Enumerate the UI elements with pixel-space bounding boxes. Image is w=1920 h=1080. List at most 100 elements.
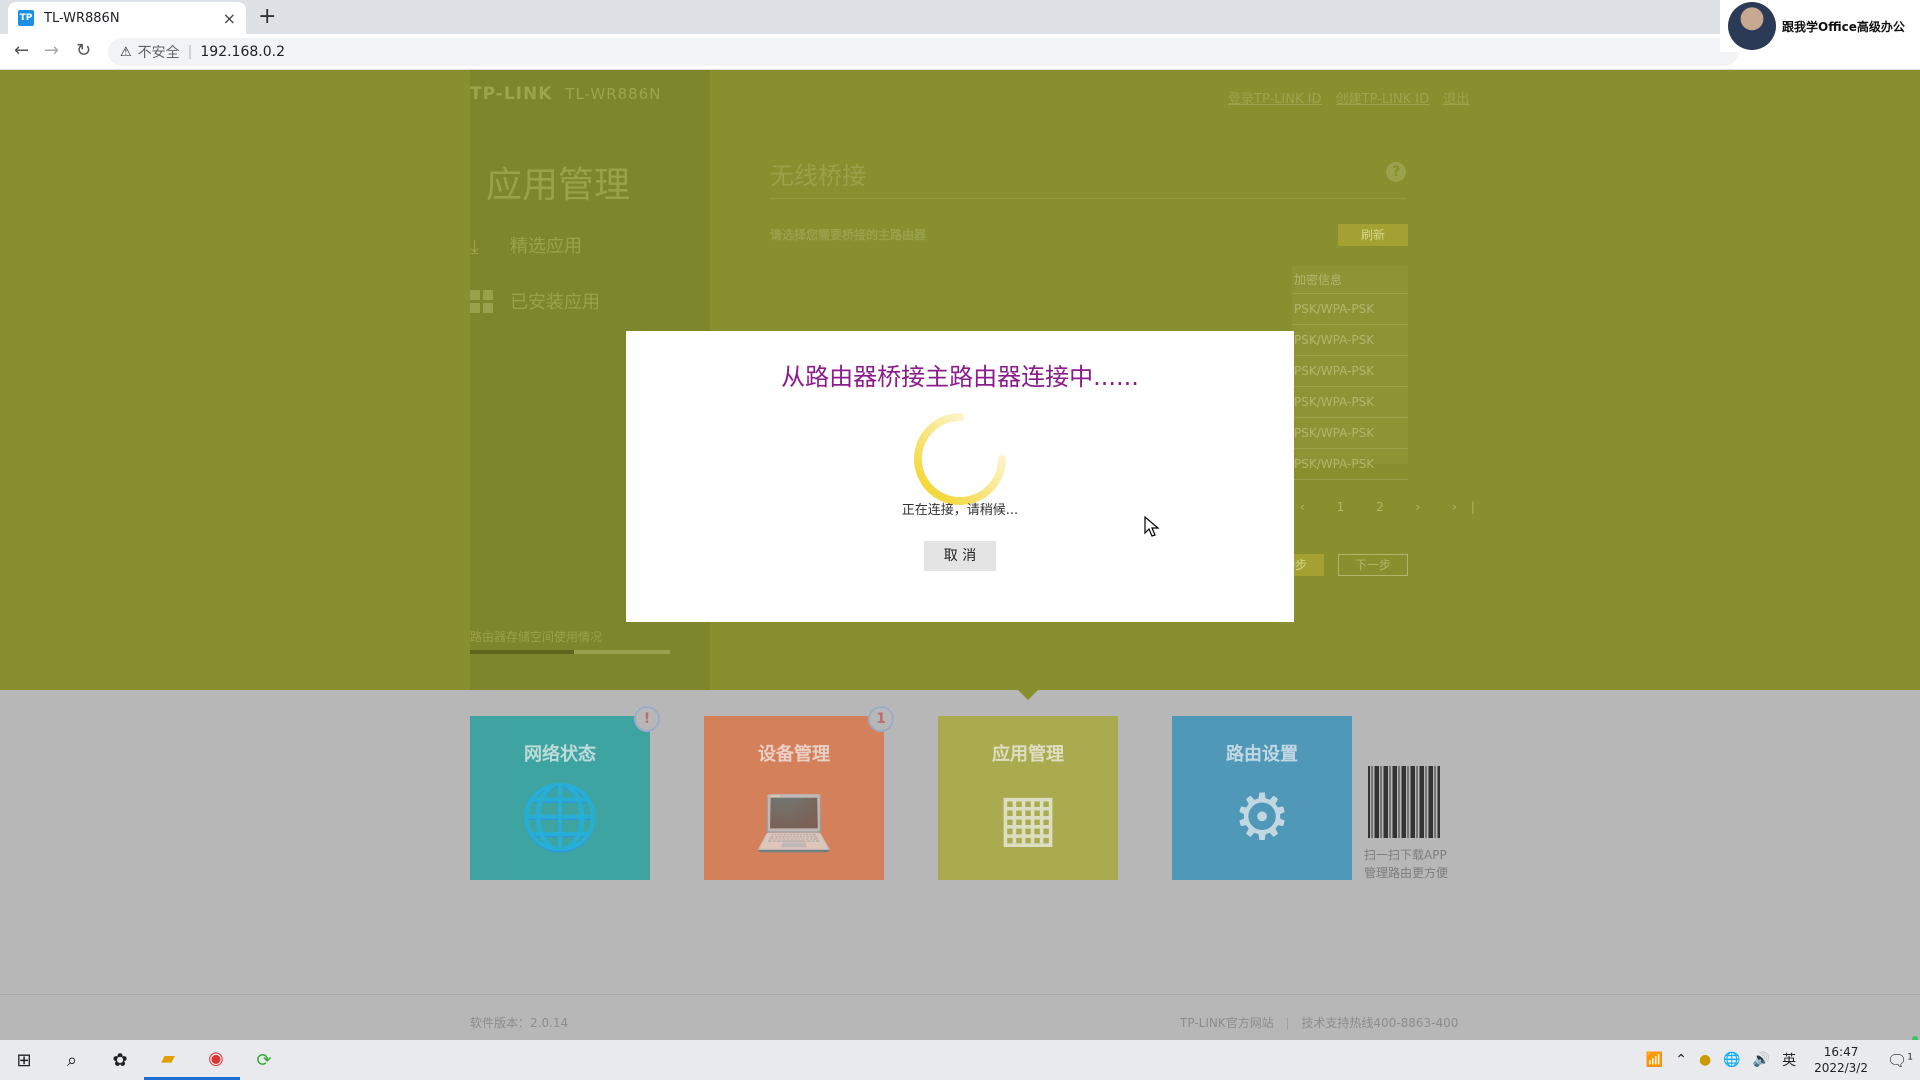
network-icon[interactable]: 🌐 bbox=[1723, 1052, 1740, 1068]
ime-indicator[interactable]: 英 bbox=[1782, 1050, 1796, 1070]
support-hotline: 技术支持热线400-8863-400 bbox=[1301, 1016, 1458, 1030]
system-tray: 📶 ⌃ ● 🌐 🔊 英 16:47 2022/3/2 🗨1 bbox=[1640, 1040, 1920, 1080]
model-name: TL-WR886N bbox=[565, 85, 661, 103]
user-overlay: 跟我学Office高级办公 bbox=[1720, 0, 1920, 52]
login-link[interactable]: 登录TP-LINK ID bbox=[1228, 92, 1322, 107]
tile-router-settings[interactable]: 路由设置 ⚙ bbox=[1172, 716, 1352, 880]
clock[interactable]: 16:47 2022/3/2 bbox=[1814, 1044, 1868, 1076]
laptop-icon: 💻 bbox=[704, 778, 884, 858]
apps-icon: ▦ bbox=[938, 778, 1118, 858]
qr-caption-line: 管理路由更方便 bbox=[1364, 864, 1448, 882]
sidebar-item-featured-apps[interactable]: ⤓ 精选应用 bbox=[470, 232, 582, 258]
create-id-link[interactable]: 创建TP-LINK ID bbox=[1336, 92, 1430, 107]
new-tab-button[interactable]: + bbox=[258, 4, 276, 30]
url-text: 192.168.0.2 bbox=[200, 44, 285, 60]
footer-links: TP-LINK官方网站 | 技术支持热线400-8863-400 bbox=[1180, 1014, 1458, 1031]
instruction-text: 请选择您需要桥接的主路由器 bbox=[770, 226, 926, 243]
avatar bbox=[1728, 2, 1776, 50]
tile-network-status[interactable]: 网络状态 🌐 ! bbox=[470, 716, 650, 880]
back-icon[interactable]: ← bbox=[14, 40, 29, 61]
browser-toolbar: ← → ↻ ⚠ 不安全 | 192.168.0.2 bbox=[0, 34, 1920, 70]
dialog-title: 从路由器桥接主路由器连接中...... bbox=[626, 357, 1294, 392]
tile-label: 网络状态 bbox=[470, 740, 650, 766]
footer-divider bbox=[0, 994, 1920, 995]
cancel-button[interactable]: 取 消 bbox=[924, 541, 996, 571]
page-title: 无线桥接 bbox=[770, 156, 866, 191]
connecting-dialog: 从路由器桥接主路由器连接中...... 正在连接，请稍候... 取 消 bbox=[626, 331, 1294, 622]
qr-caption: 扫一扫下载APP 管理路由更方便 bbox=[1364, 846, 1448, 882]
active-tile-pointer bbox=[1018, 690, 1038, 700]
browser-tab[interactable]: TP TL-WR886N × bbox=[8, 2, 246, 34]
refresh-app-icon[interactable]: ⟳ bbox=[240, 1040, 288, 1080]
brand-name: TP-LINK bbox=[470, 84, 552, 104]
browser-tabbar: TP TL-WR886N × + bbox=[0, 0, 1920, 34]
qr-caption-line: 扫一扫下载APP bbox=[1364, 846, 1448, 864]
sidebar-item-label: 已安装应用 bbox=[510, 288, 600, 314]
list-item[interactable]: PSK/WPA-PSK bbox=[1292, 387, 1408, 418]
search-icon[interactable]: ⌕ bbox=[48, 1040, 96, 1080]
wifi-icon[interactable]: 📶 bbox=[1646, 1052, 1663, 1068]
insecure-label: 不安全 bbox=[138, 42, 180, 62]
tile-device-management[interactable]: 设备管理 💻 1 bbox=[704, 716, 884, 880]
storage-fill bbox=[470, 650, 574, 654]
warning-icon: ⚠ bbox=[120, 45, 132, 60]
next-step-button[interactable]: 下一步 bbox=[1338, 554, 1408, 576]
windows-start-icon[interactable]: ⊞ bbox=[0, 1040, 48, 1080]
clock-time: 16:47 bbox=[1814, 1044, 1868, 1060]
storage-bar bbox=[470, 650, 670, 654]
list-item[interactable]: PSK/WPA-PSK bbox=[1292, 356, 1408, 387]
official-site-link[interactable]: TP-LINK官方网站 bbox=[1180, 1016, 1274, 1030]
app-icon[interactable]: ✿ bbox=[96, 1040, 144, 1080]
footer-separator: | bbox=[1286, 1016, 1290, 1030]
mouse-cursor-icon bbox=[1144, 516, 1160, 538]
brand-logo: TP-LINK TL-WR886N bbox=[470, 84, 661, 104]
antivirus-icon[interactable]: ● bbox=[1699, 1052, 1711, 1068]
file-explorer-icon[interactable]: ▰ bbox=[144, 1040, 192, 1080]
tab-close-icon[interactable]: × bbox=[223, 9, 236, 28]
alert-badge: ! bbox=[634, 706, 660, 732]
taskbar: ⊞ ⌕ ✿ ▰ ◉ ⟳ 📶 ⌃ ● 🌐 🔊 英 16:47 2022/3/2 🗨… bbox=[0, 1040, 1920, 1080]
tile-label: 设备管理 bbox=[704, 740, 884, 766]
logout-link[interactable]: 退出 bbox=[1443, 92, 1469, 107]
dialog-message: 正在连接，请稍候... bbox=[626, 499, 1294, 518]
tile-app-management[interactable]: 应用管理 ▦ bbox=[938, 716, 1118, 880]
reload-icon[interactable]: ↻ bbox=[76, 40, 91, 61]
gear-icon: ⚙ bbox=[1172, 778, 1352, 858]
refresh-button[interactable]: 刷新 bbox=[1338, 224, 1408, 246]
title-divider bbox=[770, 198, 1406, 199]
router-page: TP-LINK TL-WR886N 登录TP-LINK ID 创建TP-LINK… bbox=[0, 70, 1920, 1040]
chevron-up-icon[interactable]: ⌃ bbox=[1675, 1052, 1687, 1068]
volume-icon[interactable]: 🔊 bbox=[1753, 1052, 1770, 1068]
forward-icon[interactable]: → bbox=[44, 40, 59, 61]
download-icon: ⤓ bbox=[470, 234, 492, 256]
tile-label: 路由设置 bbox=[1172, 740, 1352, 766]
help-icon[interactable]: ? bbox=[1386, 162, 1406, 182]
software-version: 软件版本：2.0.14 bbox=[470, 1014, 568, 1031]
list-item[interactable]: PSK/WPA-PSK bbox=[1292, 418, 1408, 449]
notification-count: 1 bbox=[1907, 1052, 1913, 1062]
clock-date: 2022/3/2 bbox=[1814, 1060, 1868, 1076]
tab-title: TL-WR886N bbox=[44, 11, 223, 26]
address-bar[interactable]: ⚠ 不安全 | 192.168.0.2 bbox=[108, 38, 1738, 66]
router-list: 加密信息 PSK/WPA-PSK PSK/WPA-PSK PSK/WPA-PSK… bbox=[1292, 266, 1408, 464]
address-separator: | bbox=[188, 44, 193, 60]
top-links: 登录TP-LINK ID 创建TP-LINK ID 退出 bbox=[1228, 88, 1479, 107]
sidebar-item-installed-apps[interactable]: 已安装应用 bbox=[470, 288, 600, 314]
list-item[interactable]: PSK/WPA-PSK bbox=[1292, 294, 1408, 325]
loading-spinner-icon bbox=[910, 409, 1010, 509]
qr-code bbox=[1368, 766, 1440, 838]
count-badge: 1 bbox=[868, 706, 894, 732]
chrome-icon[interactable]: ◉ bbox=[192, 1040, 240, 1080]
pagination[interactable]: ‹ 1 2 › ›| bbox=[1300, 500, 1489, 514]
sidebar-title: 应用管理 bbox=[486, 156, 630, 208]
user-name: 跟我学Office高级办公 bbox=[1782, 18, 1905, 35]
sidebar-item-label: 精选应用 bbox=[510, 232, 582, 258]
list-item[interactable]: PSK/WPA-PSK bbox=[1292, 449, 1408, 480]
notification-icon[interactable]: 🗨1 bbox=[1880, 1051, 1920, 1070]
tp-link-favicon-icon: TP bbox=[18, 10, 34, 26]
storage-label: 路由器存储空间使用情况 bbox=[470, 628, 602, 645]
list-header: 加密信息 bbox=[1292, 266, 1408, 294]
list-item[interactable]: PSK/WPA-PSK bbox=[1292, 325, 1408, 356]
grid-icon bbox=[470, 290, 492, 312]
tile-label: 应用管理 bbox=[938, 740, 1118, 766]
